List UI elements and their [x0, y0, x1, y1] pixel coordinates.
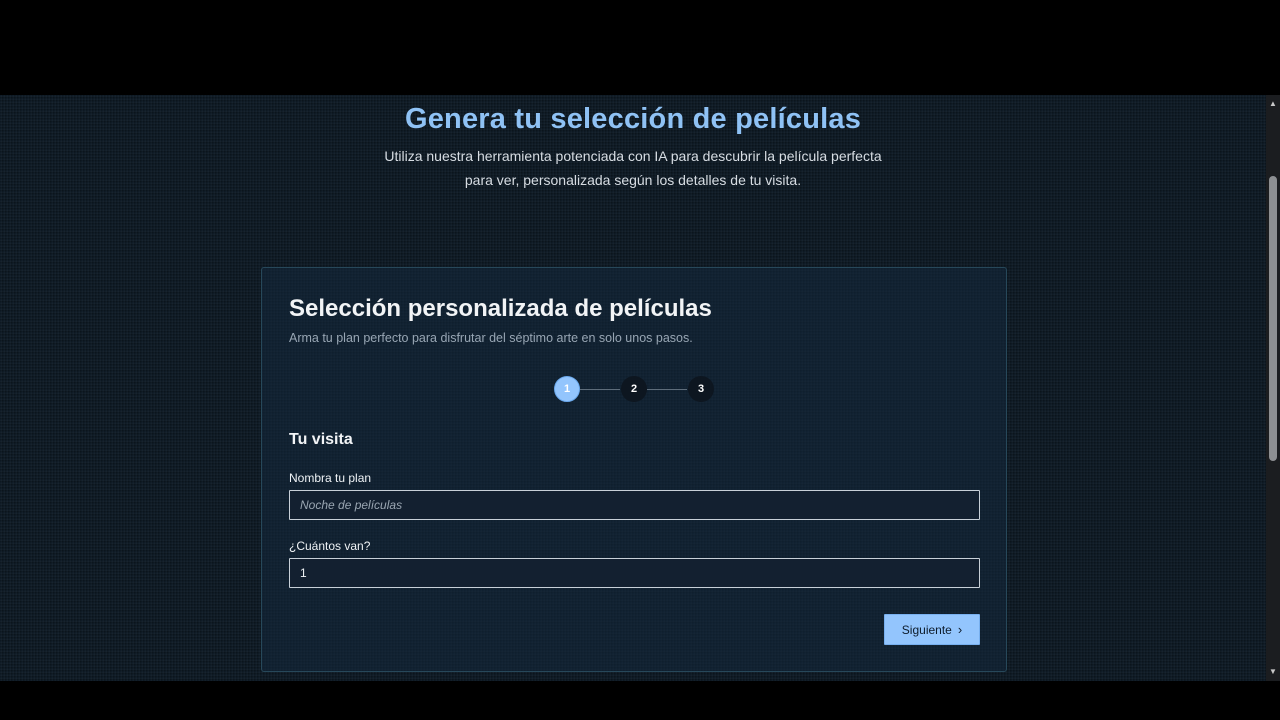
plan-name-label: Nombra tu plan — [289, 471, 372, 485]
card-subtitle: Arma tu plan perfecto para disfrutar del… — [289, 331, 693, 345]
stepper: 1 2 3 — [554, 375, 714, 403]
vertical-scrollbar[interactable]: ▲ ▼ — [1266, 95, 1280, 681]
movie-selection-card: Selección personalizada de películas Arm… — [261, 267, 1007, 672]
scrollbar-thumb[interactable] — [1269, 176, 1277, 461]
hero-title: Genera tu selección de películas — [404, 103, 862, 135]
scroll-up-arrow-icon[interactable]: ▲ — [1266, 97, 1280, 111]
bottom-black-bar — [0, 681, 1280, 720]
hero-subtitle-line-2: para ver, personalizada según los detall… — [464, 172, 802, 188]
plan-name-input[interactable] — [289, 490, 980, 520]
step-2[interactable]: 2 — [621, 376, 647, 402]
hero-subtitle: Utiliza nuestra herramienta potenciada c… — [353, 144, 913, 192]
hero-subtitle-line-1: Utiliza nuestra herramienta potenciada c… — [384, 148, 882, 164]
card-title: Selección personalizada de películas — [289, 295, 712, 322]
chevron-right-icon: › — [957, 622, 963, 637]
step-connector-2 — [647, 389, 687, 390]
group-size-label: ¿Cuántos van? — [289, 539, 371, 553]
next-button[interactable]: Siguiente › — [884, 614, 980, 645]
step-1[interactable]: 1 — [554, 376, 580, 402]
step-connector-1 — [580, 389, 620, 390]
step-3[interactable]: 3 — [688, 376, 714, 402]
group-size-input[interactable] — [289, 558, 980, 588]
scroll-down-arrow-icon[interactable]: ▼ — [1266, 665, 1280, 679]
next-button-label: Siguiente — [901, 622, 952, 637]
page-viewport: Genera tu selección de películas Utiliza… — [0, 95, 1266, 681]
section-title: Tu visita — [289, 431, 353, 448]
top-black-bar — [0, 0, 1280, 95]
